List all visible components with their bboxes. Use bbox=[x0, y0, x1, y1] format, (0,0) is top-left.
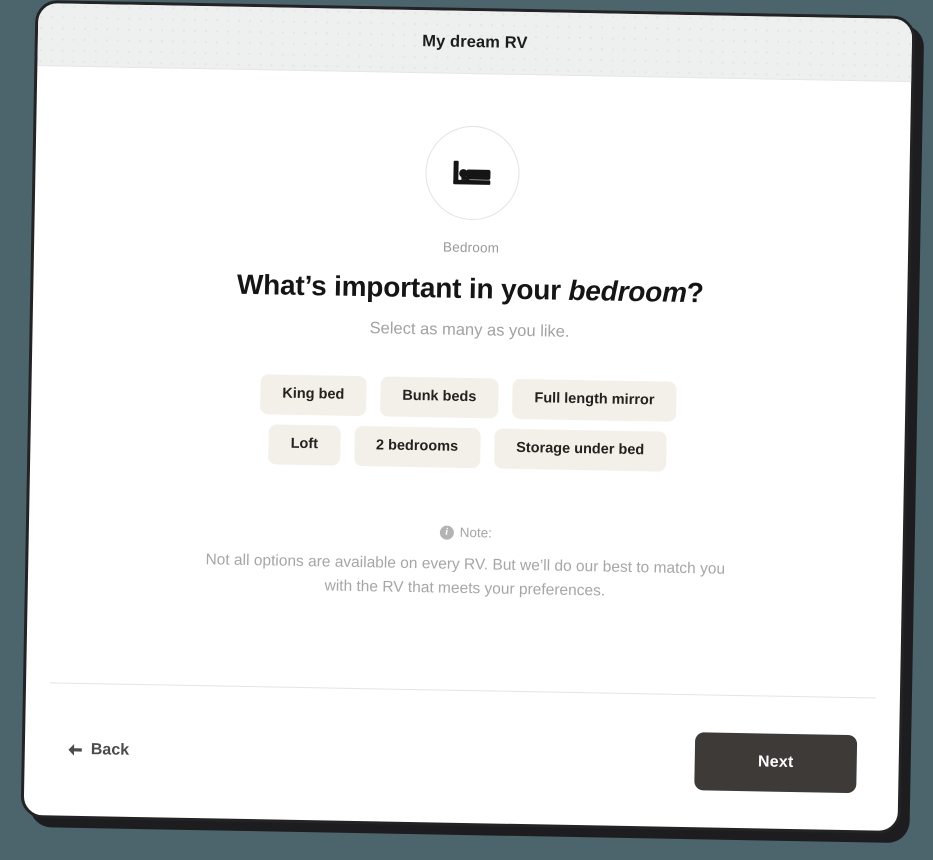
dream-rv-dialog: My dream RV Bedroom What’s important in … bbox=[20, 0, 916, 834]
option-chip-king-bed[interactable]: King bed bbox=[259, 374, 367, 417]
option-row-2: Loft 2 bedrooms Storage under bed bbox=[268, 424, 667, 472]
bed-icon bbox=[452, 158, 493, 189]
arrow-left-icon bbox=[67, 743, 83, 757]
option-chip-grid: King bed Bunk beds Full length mirror Lo… bbox=[76, 371, 860, 475]
category-icon-circle bbox=[424, 125, 521, 221]
category-label: Bedroom bbox=[442, 239, 500, 256]
option-chip-storage-under-bed[interactable]: Storage under bed bbox=[493, 428, 667, 472]
note-body-text: Not all options are available on every R… bbox=[205, 551, 726, 600]
note-heading-label: Note: bbox=[459, 525, 493, 541]
option-chip-full-length-mirror[interactable]: Full length mirror bbox=[512, 378, 677, 422]
note-heading: i Note: bbox=[439, 525, 493, 541]
question-suffix: ? bbox=[686, 276, 705, 309]
back-button[interactable]: Back bbox=[67, 741, 130, 760]
info-icon: i bbox=[439, 525, 454, 540]
note-block: i Note: Not all options are available on… bbox=[74, 515, 857, 607]
next-button[interactable]: Next bbox=[694, 732, 858, 794]
question-prefix: What’s important in your bbox=[236, 268, 569, 306]
back-button-label: Back bbox=[90, 741, 130, 759]
dialog-footer: Back Next bbox=[24, 683, 900, 831]
option-row-1: King bed Bunk beds Full length mirror bbox=[259, 374, 677, 422]
option-chip-loft[interactable]: Loft bbox=[268, 424, 341, 466]
option-chip-bunk-beds[interactable]: Bunk beds bbox=[379, 376, 499, 419]
option-chip-2-bedrooms[interactable]: 2 bedrooms bbox=[353, 425, 481, 469]
screen: My dream RV Bedroom What’s important in … bbox=[0, 0, 933, 860]
question-emphasis: bedroom bbox=[568, 274, 688, 308]
page-title: My dream RV bbox=[422, 31, 528, 52]
dialog-body: Bedroom What’s important in your bedroom… bbox=[26, 66, 911, 699]
question-heading: What’s important in your bedroom? bbox=[237, 269, 704, 310]
dialog-rotor: My dream RV Bedroom What’s important in … bbox=[20, 0, 925, 844]
question-subtitle: Select as many as you like. bbox=[369, 319, 570, 341]
